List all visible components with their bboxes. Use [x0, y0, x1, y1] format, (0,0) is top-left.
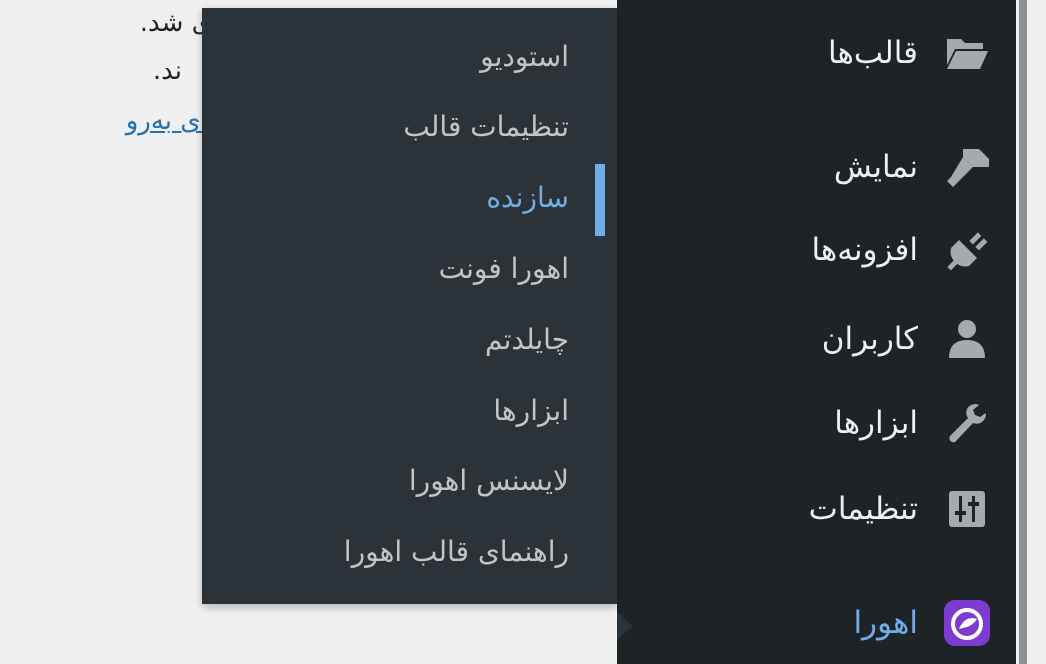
- menu-item-themes[interactable]: قالب‌ها: [617, 18, 1016, 88]
- user-icon: [942, 314, 992, 364]
- menu-item-label: اهورا: [853, 605, 918, 641]
- folder-open-icon: [942, 28, 992, 78]
- submenu-item-builder[interactable]: سازنده: [486, 181, 569, 214]
- menu-item-label: قالب‌ها: [828, 35, 918, 71]
- paintbrush-icon: [942, 142, 992, 192]
- plugin-icon: [942, 225, 992, 275]
- menu-item-label: افزونه‌ها: [811, 232, 918, 268]
- submenu-item-theme-settings[interactable]: تنظیمات قالب: [403, 110, 569, 143]
- menu-item-settings[interactable]: تنظیمات: [617, 474, 1016, 544]
- submenu-item-studio[interactable]: استودیو: [480, 40, 569, 73]
- wrench-icon: [942, 398, 992, 448]
- notice-text-line-2: ند.: [152, 56, 182, 86]
- menu-item-users[interactable]: کاربران: [617, 304, 1016, 374]
- submenu-item-child-theme[interactable]: چایلدتم: [485, 323, 569, 356]
- menu-item-label: کاربران: [821, 321, 918, 357]
- menu-item-label: ابزارها: [834, 405, 918, 441]
- scrollbar[interactable]: [1016, 0, 1046, 664]
- active-indicator: [595, 164, 605, 236]
- submenu-item-ahura-guide[interactable]: راهنمای قالب اهورا: [344, 535, 569, 568]
- ahura-submenu-flyout: استودیو تنظیمات قالب سازنده اهورا فونت چ…: [202, 8, 617, 604]
- menu-item-plugins[interactable]: افزونه‌ها: [617, 215, 1016, 285]
- menu-item-tools[interactable]: ابزارها: [617, 388, 1016, 458]
- submenu-item-tools[interactable]: ابزارها: [493, 394, 569, 427]
- submenu-item-ahura-license[interactable]: لایسنس اهورا: [409, 464, 569, 497]
- ahura-logo-icon: [942, 598, 992, 648]
- menu-item-label: نمایش: [833, 149, 918, 185]
- menu-item-appearance[interactable]: نمایش: [617, 132, 1016, 202]
- menu-item-ahura[interactable]: اهورا: [617, 588, 1016, 658]
- scrollbar-thumb[interactable]: [1019, 0, 1027, 664]
- menu-item-label: تنظیمات: [808, 491, 918, 527]
- admin-sidebar: قالب‌ها نمایش افزونه‌ها: [617, 0, 1016, 664]
- flyout-pointer: [617, 612, 633, 640]
- settings-sliders-icon: [942, 484, 992, 534]
- submenu-item-ahura-font[interactable]: اهورا فونت: [439, 252, 569, 285]
